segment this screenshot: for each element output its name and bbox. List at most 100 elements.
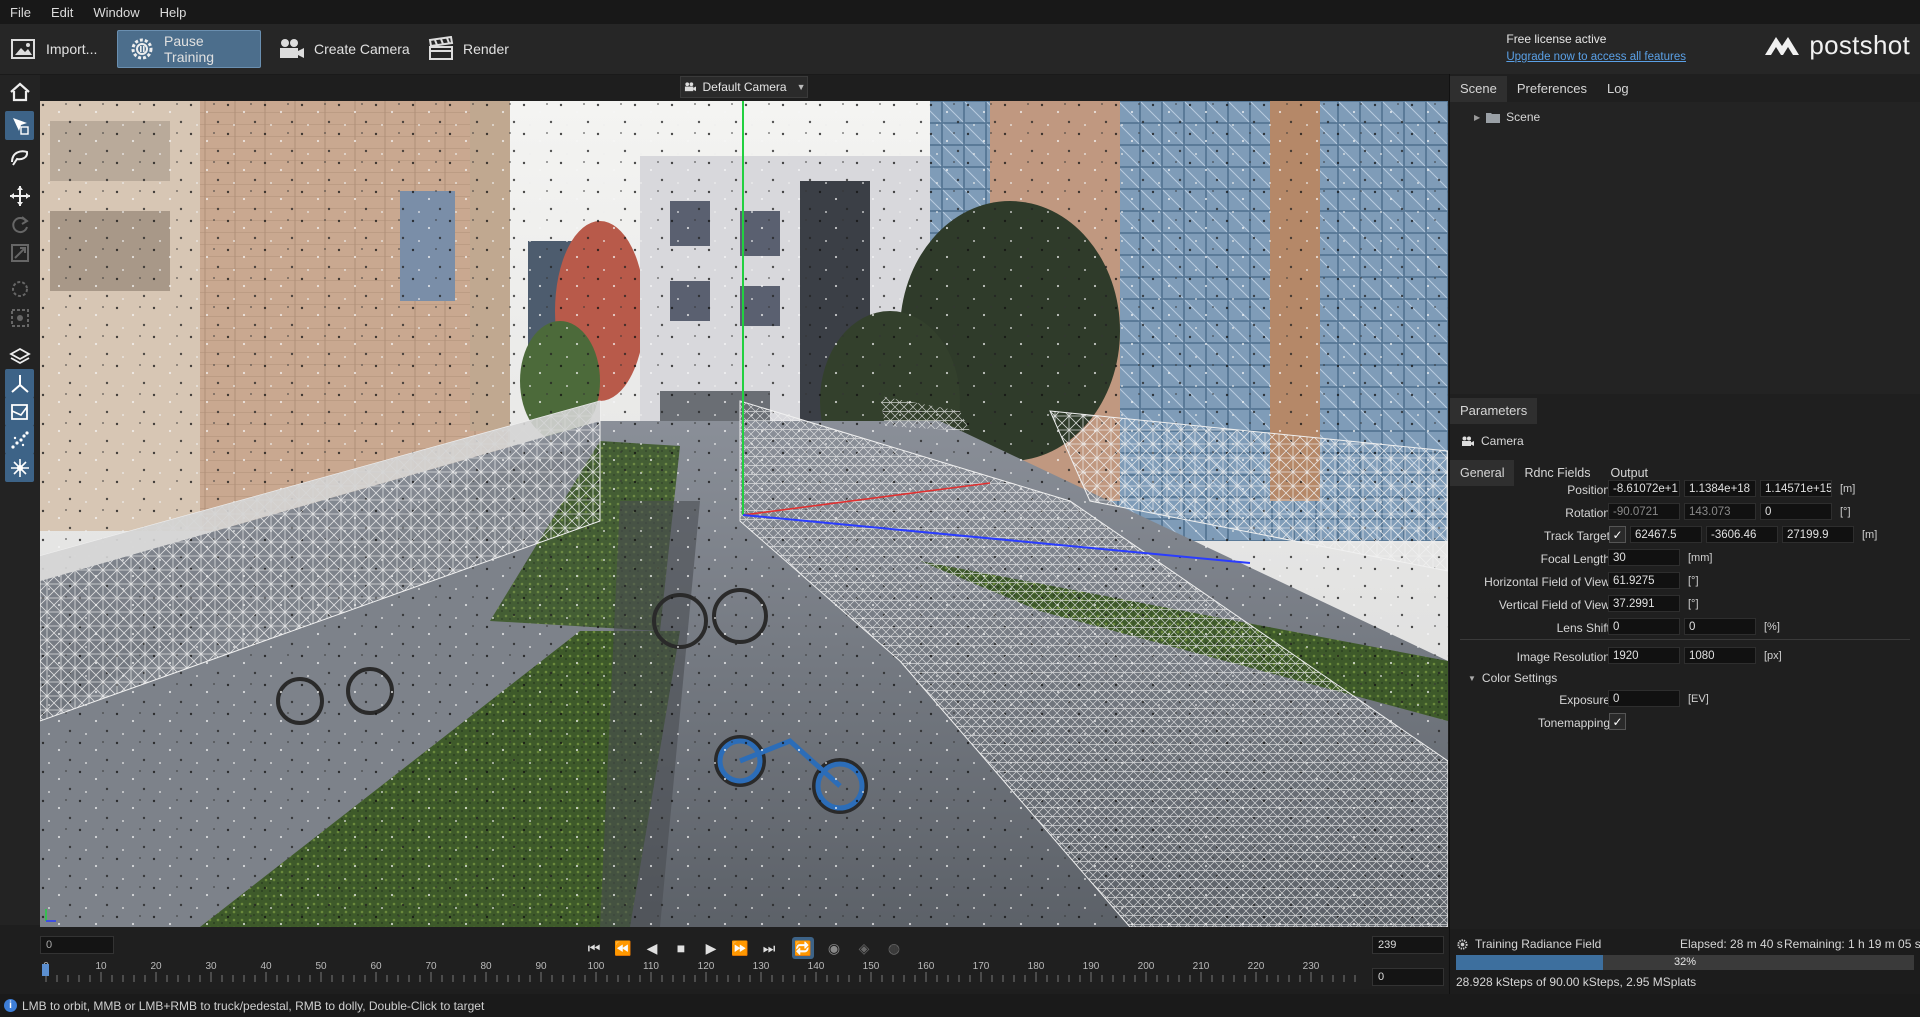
track-target-z-field[interactable]: 27199.9 bbox=[1782, 526, 1854, 543]
menu-window[interactable]: Window bbox=[83, 5, 149, 20]
first-frame-button[interactable]: ⏮ bbox=[583, 937, 605, 959]
gear-icon bbox=[1457, 938, 1468, 950]
box-select-tool-button[interactable] bbox=[5, 303, 34, 332]
scene-tree-item[interactable]: ▶ Scene bbox=[1474, 110, 1540, 124]
lasso-tool-button[interactable] bbox=[5, 275, 34, 304]
training-progress-label: 32% bbox=[1673, 956, 1697, 968]
playhead[interactable] bbox=[42, 964, 49, 976]
brand-name: postshot bbox=[1809, 30, 1910, 60]
timeline-tick-label: 30 bbox=[205, 961, 217, 972]
track-target-y-field[interactable]: -3606.46 bbox=[1706, 526, 1778, 543]
hfov-label: Horizontal Field of View bbox=[1484, 575, 1610, 589]
image-height-field[interactable]: 1080 bbox=[1684, 647, 1756, 664]
image-width-field[interactable]: 1920 bbox=[1608, 647, 1680, 664]
tab-scene[interactable]: Scene bbox=[1450, 76, 1507, 102]
layers-button[interactable] bbox=[5, 341, 34, 370]
move-icon bbox=[9, 185, 30, 206]
exposure-unit: [EV] bbox=[1688, 693, 1709, 705]
track-target-checkbox[interactable]: ✓ bbox=[1609, 526, 1626, 543]
menu-file[interactable]: File bbox=[0, 5, 41, 20]
box-select-icon bbox=[10, 308, 29, 327]
focal-length-label: Focal Length bbox=[1540, 552, 1610, 566]
chevron-down-icon: ▼ bbox=[796, 82, 806, 92]
home-view-button[interactable] bbox=[5, 77, 34, 106]
position-x-field[interactable]: -8.61072e+1 bbox=[1608, 480, 1680, 497]
tab-log[interactable]: Log bbox=[1597, 76, 1639, 102]
current-frame-field[interactable]: 0 bbox=[1372, 968, 1444, 986]
hfov-unit: [°] bbox=[1688, 575, 1699, 587]
position-y-field[interactable]: 1.1384e+18 bbox=[1684, 480, 1756, 497]
timeline-tick-label: 150 bbox=[863, 961, 880, 972]
tonemapping-checkbox[interactable]: ✓ bbox=[1609, 713, 1626, 730]
lens-shift-y-field[interactable]: 0 bbox=[1684, 618, 1756, 635]
onion-skin-button[interactable]: ◉ bbox=[823, 937, 845, 959]
exposure-label: Exposure bbox=[1559, 693, 1610, 707]
position-z-field[interactable]: 1.14571e+15 bbox=[1760, 480, 1832, 497]
rotate-tool-button[interactable] bbox=[5, 210, 34, 239]
lens-shift-unit: [%] bbox=[1764, 621, 1780, 633]
brand-logo: postshot bbox=[1763, 30, 1910, 61]
interpolate-button[interactable]: ◍ bbox=[883, 937, 905, 959]
timeline-tick-label: 200 bbox=[1138, 961, 1155, 972]
timeline-tick-label: 50 bbox=[315, 961, 327, 972]
focal-length-field[interactable]: 30 bbox=[1608, 549, 1680, 566]
upgrade-link[interactable]: Upgrade now to access all features bbox=[1506, 51, 1686, 63]
points-toggle-button[interactable] bbox=[5, 425, 34, 454]
last-frame-button[interactable]: ⏭ bbox=[758, 937, 780, 959]
select-tool-button[interactable] bbox=[5, 111, 34, 140]
play-button[interactable]: ▶ bbox=[700, 937, 722, 959]
import-label: Import... bbox=[46, 41, 98, 57]
video-camera-icon bbox=[1462, 436, 1474, 446]
render-button[interactable]: Render bbox=[417, 30, 519, 68]
track-target-x-field[interactable]: 62467.5 bbox=[1630, 526, 1702, 543]
menu-bar: File Edit Window Help bbox=[0, 0, 1920, 24]
hfov-field[interactable]: 61.9275 bbox=[1608, 572, 1680, 589]
tab-preferences[interactable]: Preferences bbox=[1507, 76, 1597, 102]
timeline-tick-label: 230 bbox=[1303, 961, 1320, 972]
scene-tree: ▶ Scene bbox=[1450, 102, 1920, 394]
rotation-y-field[interactable]: 143.073 bbox=[1684, 503, 1756, 520]
timeline-tick-label: 180 bbox=[1028, 961, 1045, 972]
rotation-z-field[interactable]: 0 bbox=[1760, 503, 1832, 520]
menu-edit[interactable]: Edit bbox=[41, 5, 83, 20]
vfov-field[interactable]: 37.2991 bbox=[1608, 595, 1680, 612]
menu-help[interactable]: Help bbox=[150, 5, 197, 20]
scale-tool-button[interactable] bbox=[5, 238, 34, 267]
start-frame-field[interactable]: 0 bbox=[40, 936, 114, 954]
create-camera-label: Create Camera bbox=[314, 41, 410, 57]
splats-toggle-button[interactable] bbox=[5, 453, 34, 482]
keyframe-button[interactable]: ◈ bbox=[853, 937, 875, 959]
stop-button[interactable]: ■ bbox=[670, 937, 692, 959]
cameras-toggle-button[interactable] bbox=[5, 397, 34, 426]
timeline-ruler[interactable]: 0102030405060708090100110120130140150160… bbox=[40, 960, 1360, 990]
keyframe-icon: ◈ bbox=[858, 939, 870, 956]
camera-selector[interactable]: Default Camera ▼ bbox=[680, 76, 808, 98]
step-back-button[interactable]: ⏪ bbox=[612, 937, 634, 959]
color-settings-section[interactable]: ▼ Color Settings bbox=[1468, 671, 1557, 685]
license-status: Free license active bbox=[1506, 32, 1607, 46]
training-title: Training Radiance Field bbox=[1475, 937, 1602, 951]
training-progress-bar: 32% bbox=[1456, 955, 1914, 970]
parameters-header: Parameters bbox=[1450, 398, 1538, 424]
create-camera-button[interactable]: Create Camera bbox=[266, 30, 420, 68]
exposure-field[interactable]: 0 bbox=[1608, 690, 1680, 707]
lens-shift-x-field[interactable]: 0 bbox=[1608, 618, 1680, 635]
timeline-tick-label: 10 bbox=[95, 961, 107, 972]
move-tool-button[interactable] bbox=[5, 181, 34, 210]
annotate-tool-button[interactable] bbox=[5, 142, 34, 171]
3d-viewport[interactable] bbox=[40, 101, 1448, 927]
loop-button[interactable]: 🔁 bbox=[792, 937, 814, 959]
sparkle-icon bbox=[10, 458, 29, 477]
tab-parameters[interactable]: Parameters bbox=[1450, 398, 1538, 424]
top-tabs: Scene Preferences Log bbox=[1450, 76, 1639, 102]
tonemapping-label: Tonemapping bbox=[1537, 716, 1610, 730]
import-button[interactable]: Import... bbox=[0, 30, 107, 68]
step-forward-button[interactable]: ⏩ bbox=[729, 937, 751, 959]
end-frame-field[interactable]: 239 bbox=[1372, 936, 1444, 954]
play-reverse-button[interactable]: ◀ bbox=[641, 937, 663, 959]
pause-training-button[interactable]: Pause Training bbox=[117, 30, 261, 68]
rotation-x-field[interactable]: -90.0721 bbox=[1608, 503, 1680, 520]
video-camera-icon bbox=[684, 82, 696, 92]
brush-icon bbox=[10, 149, 28, 166]
axes-toggle-button[interactable] bbox=[5, 369, 34, 398]
